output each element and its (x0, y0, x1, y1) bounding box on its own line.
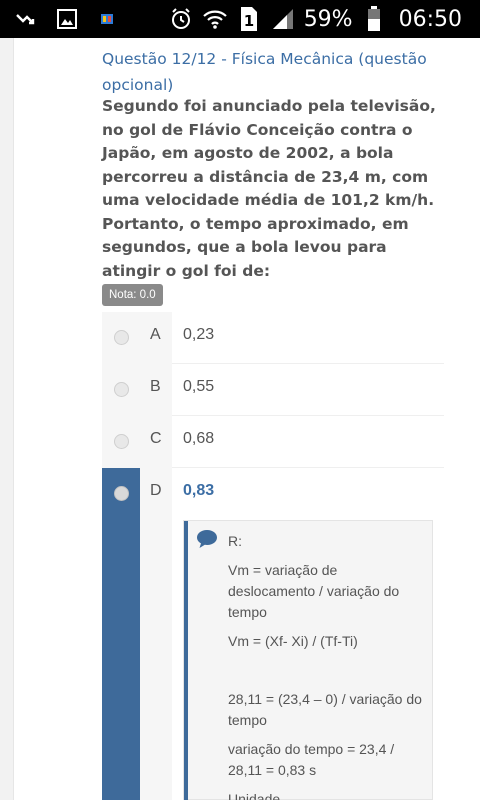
battery-percent: 59% (303, 6, 353, 32)
radio-button[interactable] (114, 486, 129, 501)
feedback-accent-bar (184, 521, 188, 800)
option-letter: A (150, 326, 161, 343)
question-title: Questão 12/12 - Física Mecânica (questão… (102, 50, 427, 94)
option-text: 0,83 (183, 482, 215, 499)
option-text: 0,55 (172, 364, 444, 416)
missed-call-icon (14, 6, 40, 32)
feedback-line: Vm = (Xf- Xi) / (Tf-Ti) (228, 633, 358, 649)
radio-button[interactable] (114, 330, 129, 345)
sim1-icon: 1 (236, 6, 262, 32)
option-d-selected[interactable]: D 0,83 R: Vm = variação de deslocamento … (102, 468, 444, 800)
gallery-icon (54, 6, 80, 32)
app-icon (94, 6, 120, 32)
alarm-icon (168, 6, 194, 32)
option-text: 0,23 (172, 312, 444, 364)
feedback-line: 28,11 = (23,4 – 0) / variação do tempo (228, 691, 422, 728)
option-letter: D (150, 482, 162, 499)
option-letter: C (150, 430, 162, 447)
feedback-line: R: (228, 533, 242, 549)
wifi-icon (202, 6, 228, 32)
status-bar: 1 59% 06:50 (0, 0, 480, 38)
option-c[interactable]: C 0,68 (102, 416, 444, 468)
option-letter: B (150, 378, 161, 395)
feedback-line: variação do tempo = 23,4 / 28,11 = 0,83 … (228, 741, 395, 778)
option-text: 0,68 (172, 416, 444, 468)
option-letter-column: D (140, 468, 172, 800)
feedback-line-blank (228, 660, 428, 681)
sim-slot-number: 1 (243, 12, 253, 30)
question-text: Segundo foi anunciado pela televisão, no… (102, 97, 436, 280)
feedback-line: Unidade (228, 791, 281, 800)
side-strip (0, 38, 14, 800)
grade-badge: Nota: 0.0 (102, 284, 163, 306)
radio-button[interactable] (114, 382, 129, 397)
feedback-line: Vm = variação de deslocamento / variação… (228, 562, 400, 620)
battery-icon (361, 6, 387, 32)
clock: 06:50 (398, 6, 462, 32)
option-a[interactable]: A 0,23 (102, 312, 444, 364)
feedback-box: R: Vm = variação de deslocamento / varia… (183, 520, 433, 800)
selected-indicator (102, 468, 140, 800)
feedback-text: R: Vm = variação de deslocamento / varia… (228, 531, 428, 800)
comment-icon (196, 529, 218, 549)
signal-icon (270, 6, 296, 32)
option-b[interactable]: B 0,55 (102, 364, 444, 416)
option-answer-panel: 0,83 R: Vm = variação de deslocamento / … (172, 468, 444, 800)
radio-button[interactable] (114, 434, 129, 449)
